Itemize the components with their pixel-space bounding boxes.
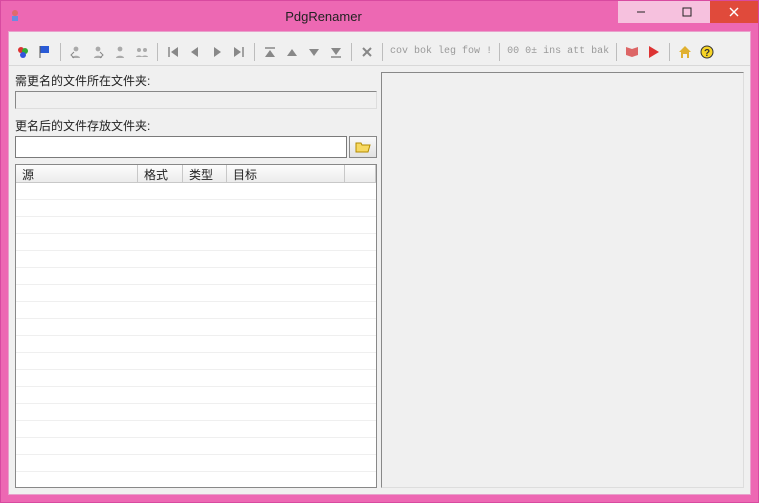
minimize-button[interactable] [618,1,664,23]
help-icon[interactable]: ? [697,42,717,62]
preview-panel [381,72,744,488]
dest-folder-input[interactable] [15,136,347,158]
prev-icon[interactable] [185,42,205,62]
bak-button[interactable]: bak [589,46,611,57]
app-window: PdgRenamer [0,0,759,503]
home-icon[interactable] [675,42,695,62]
person-single-icon[interactable] [110,42,130,62]
cov-button[interactable]: cov [388,46,410,57]
table-row [16,285,376,302]
book-open-icon[interactable] [622,42,642,62]
person-fwd-icon[interactable] [88,42,108,62]
bottom-icon[interactable] [326,42,346,62]
table-body [16,183,376,487]
att-button[interactable]: att [565,46,587,57]
toolbar: cov bok leg fow ! 00 0± ins att bak ? [9,38,750,66]
maximize-button[interactable] [664,1,710,23]
col-source[interactable]: 源 [16,165,138,182]
client-area: cov bok leg fow ! 00 0± ins att bak ? [8,31,751,495]
table-row [16,438,376,455]
table-row [16,319,376,336]
table-row [16,404,376,421]
toolbar-sep [60,43,61,61]
toolbar-sep [499,43,500,61]
table-row [16,421,376,438]
table-row [16,302,376,319]
col-extra[interactable] [345,165,376,182]
main-area: 需更名的文件所在文件夹: 更名后的文件存放文件夹: 源 格式 类型 [9,66,750,494]
table-row [16,234,376,251]
table-row [16,336,376,353]
rgb-balls-icon[interactable] [13,42,33,62]
dest-folder-label: 更名后的文件存放文件夹: [15,117,377,134]
fow-button[interactable]: fow [460,46,482,57]
table-row [16,268,376,285]
table-row [16,472,376,487]
table-header: 源 格式 类型 目标 [16,165,376,183]
table-row [16,353,376,370]
leg-button[interactable]: leg [436,46,458,57]
source-folder-display [15,91,377,109]
exc-button[interactable]: ! [484,46,494,57]
close-button[interactable] [710,1,758,23]
toolbar-sep [157,43,158,61]
table-row [16,370,376,387]
folder-open-icon [355,140,371,154]
first-icon[interactable] [163,42,183,62]
zz1-button[interactable]: 00 [505,46,521,57]
toolbar-sep [669,43,670,61]
source-folder-label: 需更名的文件所在文件夹: [15,72,377,89]
top-icon[interactable] [260,42,280,62]
table-row [16,455,376,472]
col-type[interactable]: 类型 [183,165,227,182]
flag-icon[interactable] [35,42,55,62]
table-row [16,217,376,234]
window-controls [618,1,758,31]
app-icon [7,8,23,24]
table-row [16,387,376,404]
toolbar-sep [616,43,617,61]
next-icon[interactable] [207,42,227,62]
table-row [16,251,376,268]
titlebar: PdgRenamer [1,1,758,31]
svg-text:?: ? [704,48,710,59]
ins-button[interactable]: ins [541,46,563,57]
toolbar-sep [382,43,383,61]
toolbar-sep [254,43,255,61]
left-panel: 需更名的文件所在文件夹: 更名后的文件存放文件夹: 源 格式 类型 [9,66,377,494]
col-target[interactable]: 目标 [227,165,345,182]
run-icon[interactable] [644,42,664,62]
down-icon[interactable] [304,42,324,62]
delete-icon[interactable] [357,42,377,62]
zz2-button[interactable]: 0± [523,46,539,57]
browse-button[interactable] [349,136,377,158]
last-icon[interactable] [229,42,249,62]
group-icon[interactable] [132,42,152,62]
table-row [16,200,376,217]
person-back-icon[interactable] [66,42,86,62]
col-format[interactable]: 格式 [138,165,183,182]
table-row [16,183,376,200]
file-table[interactable]: 源 格式 类型 目标 [15,164,377,488]
up-icon[interactable] [282,42,302,62]
window-title: PdgRenamer [29,9,618,24]
toolbar-sep [351,43,352,61]
bok-button[interactable]: bok [412,46,434,57]
